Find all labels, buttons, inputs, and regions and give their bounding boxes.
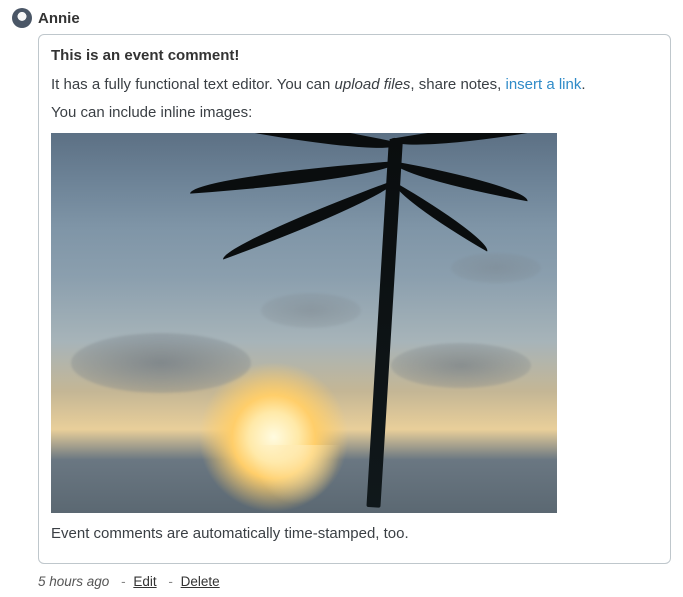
timestamp: 5 hours ago xyxy=(38,574,109,589)
text-fragment: , share notes, xyxy=(410,76,505,93)
inline-image[interactable] xyxy=(51,133,557,513)
decorative-frond xyxy=(189,161,400,194)
decorative-frond xyxy=(389,133,540,157)
delete-link[interactable]: Delete xyxy=(181,574,220,589)
decorative-sunglint xyxy=(251,445,341,505)
image-intro-text: You can include inline images: xyxy=(51,102,658,125)
comment-meta: 5 hours ago - Edit - Delete xyxy=(38,574,671,589)
separator: - xyxy=(168,574,173,589)
comment-title: This is an event comment! xyxy=(51,45,658,68)
emphasis-upload-files: upload files xyxy=(335,76,411,93)
comment-footer-text: Event comments are automatically time-st… xyxy=(51,523,658,546)
decorative-cloud xyxy=(391,343,531,388)
decorative-frond xyxy=(388,181,495,251)
decorative-frond xyxy=(218,179,402,259)
decorative-cloud xyxy=(451,253,541,283)
text-fragment: It has a fully functional text editor. Y… xyxy=(51,76,335,93)
decorative-frond xyxy=(172,133,402,165)
comment-line-2: It has a fully functional text editor. Y… xyxy=(51,74,658,97)
edit-link[interactable]: Edit xyxy=(133,574,156,589)
decorative-cloud xyxy=(261,293,361,328)
text-fragment: . xyxy=(581,76,585,93)
avatar[interactable] xyxy=(12,8,32,28)
comment-header: Annie xyxy=(12,8,671,28)
insert-link[interactable]: insert a link xyxy=(505,76,581,93)
decorative-cloud xyxy=(71,333,251,393)
separator: - xyxy=(121,574,126,589)
author-name[interactable]: Annie xyxy=(38,10,80,27)
comment-body: This is an event comment! It has a fully… xyxy=(38,34,671,564)
